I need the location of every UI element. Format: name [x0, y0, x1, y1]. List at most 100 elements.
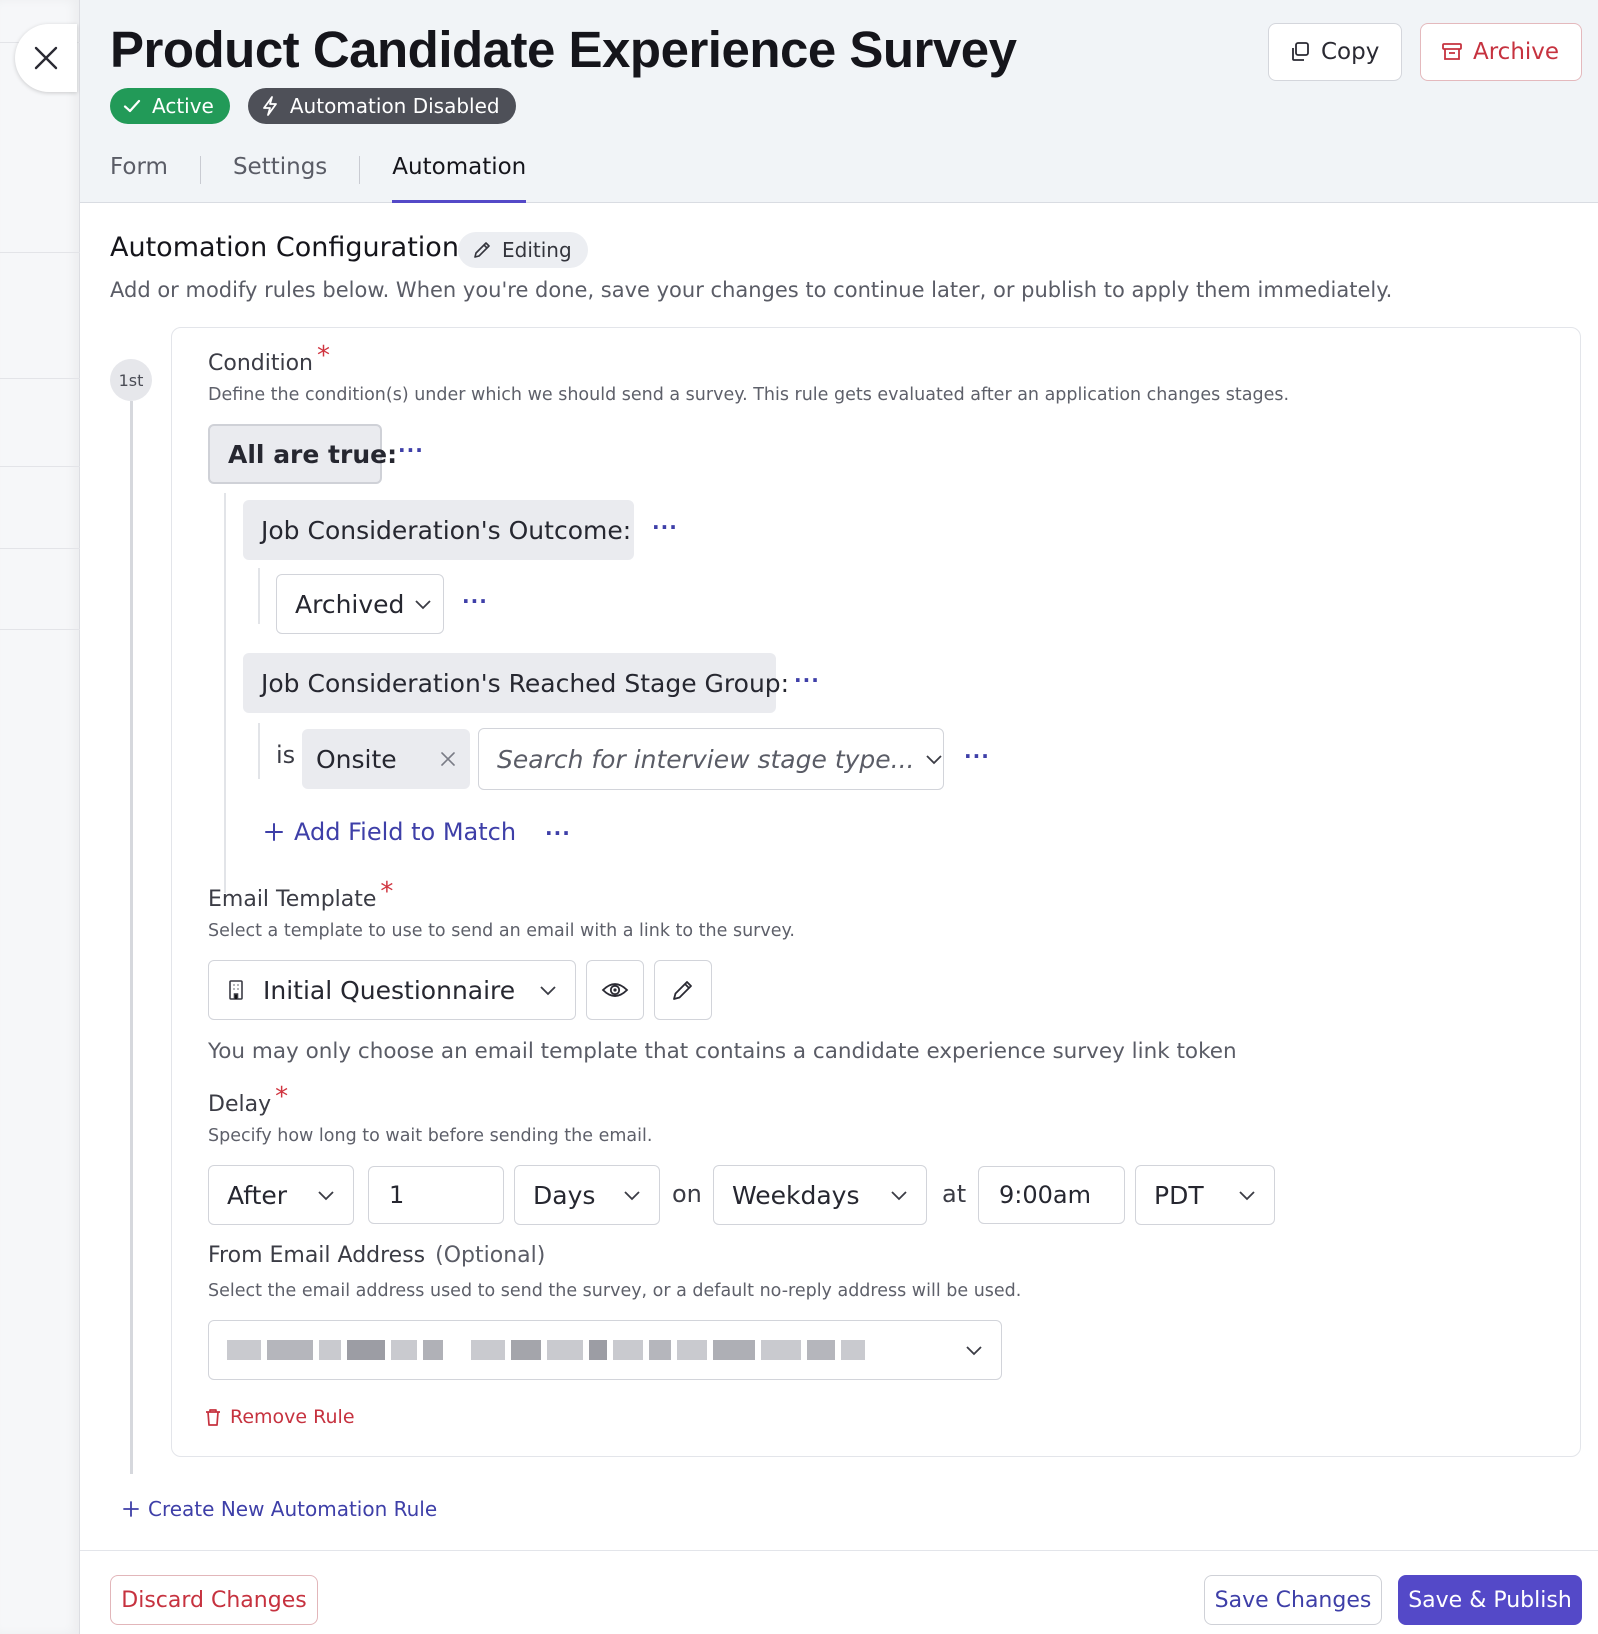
- background-divider: [0, 378, 80, 379]
- on-label: on: [672, 1180, 702, 1208]
- delay-unit-select[interactable]: Days: [514, 1165, 660, 1225]
- close-icon: [34, 46, 58, 70]
- automation-disabled-badge: Automation Disabled: [247, 88, 516, 124]
- delay-unit-value: Days: [533, 1180, 596, 1210]
- outcome-value-more-menu[interactable]: ···: [462, 589, 488, 613]
- trash-icon: [206, 1409, 220, 1426]
- check-icon: [123, 99, 141, 113]
- email-template-help: Select a template to use to send an emai…: [208, 921, 795, 941]
- remove-tag-icon[interactable]: [440, 751, 456, 767]
- plus-icon: [265, 823, 283, 841]
- background-divider: [0, 252, 80, 253]
- chevron-down-icon: [318, 1191, 334, 1201]
- chevron-down-icon: [925, 755, 942, 765]
- active-badge: Active: [110, 88, 230, 124]
- chevron-down-icon: [624, 1191, 640, 1201]
- save-changes-button[interactable]: Save Changes: [1204, 1575, 1382, 1625]
- delay-mode-value: After: [227, 1180, 288, 1210]
- remove-rule-label: Remove Rule: [230, 1406, 355, 1428]
- rule-index-badge: 1st: [110, 359, 152, 401]
- condition-label: Condition *: [208, 341, 330, 377]
- background-divider: [0, 466, 80, 467]
- archive-icon: [1442, 43, 1462, 60]
- email-template-value: Initial Questionnaire: [263, 975, 516, 1005]
- email-template-select[interactable]: Initial Questionnaire: [208, 960, 576, 1020]
- editing-status-chip: Editing: [458, 232, 588, 268]
- chevron-down-icon: [891, 1191, 907, 1201]
- eye-icon: [601, 983, 629, 997]
- edit-template-button[interactable]: [654, 960, 712, 1020]
- lightning-icon: [262, 96, 277, 116]
- delay-help: Specify how long to wait before sending …: [208, 1126, 653, 1146]
- email-template-label: Email Template *: [208, 877, 393, 913]
- stage-group-field-chip[interactable]: Job Consideration's Reached Stage Group:: [243, 653, 789, 713]
- delay-mode-select[interactable]: After: [208, 1165, 354, 1225]
- chevron-down-icon: [540, 986, 556, 996]
- timezone-value: PDT: [1154, 1180, 1204, 1210]
- plus-icon: [123, 1501, 139, 1517]
- tab-automation[interactable]: Automation: [392, 148, 527, 203]
- delay-days-value: Weekdays: [732, 1180, 860, 1210]
- copy-icon: [1292, 42, 1309, 61]
- page-title: Product Candidate Experience Survey: [110, 21, 1017, 78]
- outcome-value-select[interactable]: Archived: [276, 574, 444, 634]
- save-and-publish-button[interactable]: Save & Publish: [1398, 1575, 1582, 1625]
- building-icon: [229, 980, 243, 1000]
- stage-group-more-menu[interactable]: ···: [794, 668, 820, 692]
- delay-amount-input[interactable]: 1: [368, 1166, 504, 1224]
- add-field-to-match-button[interactable]: Add Field to Match: [264, 818, 516, 846]
- background-divider: [0, 629, 80, 630]
- discard-changes-button[interactable]: Discard Changes: [110, 1575, 318, 1625]
- delay-days-select[interactable]: Weekdays: [713, 1165, 927, 1225]
- stage-type-more-menu[interactable]: ···: [964, 744, 990, 768]
- from-email-help: Select the email address used to send th…: [208, 1281, 1022, 1301]
- stage-type-search[interactable]: Search for interview stage type...: [478, 728, 944, 790]
- email-template-note: You may only choose an email template th…: [208, 1039, 1237, 1064]
- onsite-tag: Onsite: [302, 729, 470, 789]
- tab-settings[interactable]: Settings: [233, 148, 327, 203]
- onsite-tag-label: Onsite: [316, 744, 397, 774]
- group-more-menu[interactable]: ···: [398, 438, 424, 462]
- copy-button-label: Copy: [1321, 39, 1380, 65]
- create-rule-label: Create New Automation Rule: [148, 1497, 438, 1521]
- archive-button[interactable]: Archive: [1420, 23, 1582, 81]
- required-marker: *: [316, 341, 330, 371]
- close-panel-button[interactable]: [15, 24, 77, 92]
- from-email-select[interactable]: [208, 1320, 1002, 1380]
- tab-form[interactable]: Form: [110, 148, 168, 203]
- preview-template-button[interactable]: [586, 960, 644, 1020]
- outcome-field-chip[interactable]: Job Consideration's Outcome:: [243, 500, 634, 560]
- add-field-more-menu[interactable]: ···: [545, 821, 571, 845]
- chevron-down-icon: [966, 1346, 982, 1356]
- at-label: at: [942, 1180, 967, 1208]
- required-marker: *: [380, 877, 394, 907]
- tab-divider: [199, 156, 201, 184]
- copy-button[interactable]: Copy: [1268, 23, 1402, 81]
- delay-time-input[interactable]: 9:00am: [978, 1166, 1125, 1224]
- optional-marker: (Optional): [435, 1243, 546, 1268]
- panel-footer: Discard Changes Save Changes Save & Publ…: [80, 1550, 1598, 1634]
- condition-label-text: Condition: [208, 351, 313, 376]
- chevron-down-icon: [1239, 1191, 1255, 1201]
- add-field-label: Add Field to Match: [294, 818, 517, 846]
- active-badge-label: Active: [152, 94, 214, 118]
- remove-rule-button[interactable]: Remove Rule: [204, 1406, 355, 1428]
- survey-panel: Product Candidate Experience Survey Acti…: [80, 0, 1598, 1634]
- panel-header: Product Candidate Experience Survey Acti…: [80, 0, 1598, 203]
- timeline-line: [130, 401, 133, 1474]
- field-nesting-line: [258, 568, 260, 624]
- automation-badge-label: Automation Disabled: [289, 94, 500, 118]
- field-nesting-line: [258, 723, 260, 779]
- tab-bar: Form Settings Automation: [110, 148, 527, 203]
- all-are-true-group[interactable]: All are true:: [208, 424, 397, 484]
- timezone-select[interactable]: PDT: [1135, 1165, 1275, 1225]
- create-new-rule-button[interactable]: Create New Automation Rule: [122, 1497, 437, 1521]
- automation-rule-card: Condition * Define the condition(s) under…: [171, 327, 1581, 1457]
- operator-is: is: [276, 741, 296, 769]
- editing-chip-label: Editing: [502, 238, 572, 262]
- outcome-more-menu[interactable]: ···: [652, 515, 678, 539]
- chevron-down-icon: [415, 600, 432, 610]
- background-divider: [0, 548, 80, 549]
- pencil-icon: [673, 981, 692, 1000]
- stage-type-search-placeholder: Search for interview stage type...: [497, 744, 915, 774]
